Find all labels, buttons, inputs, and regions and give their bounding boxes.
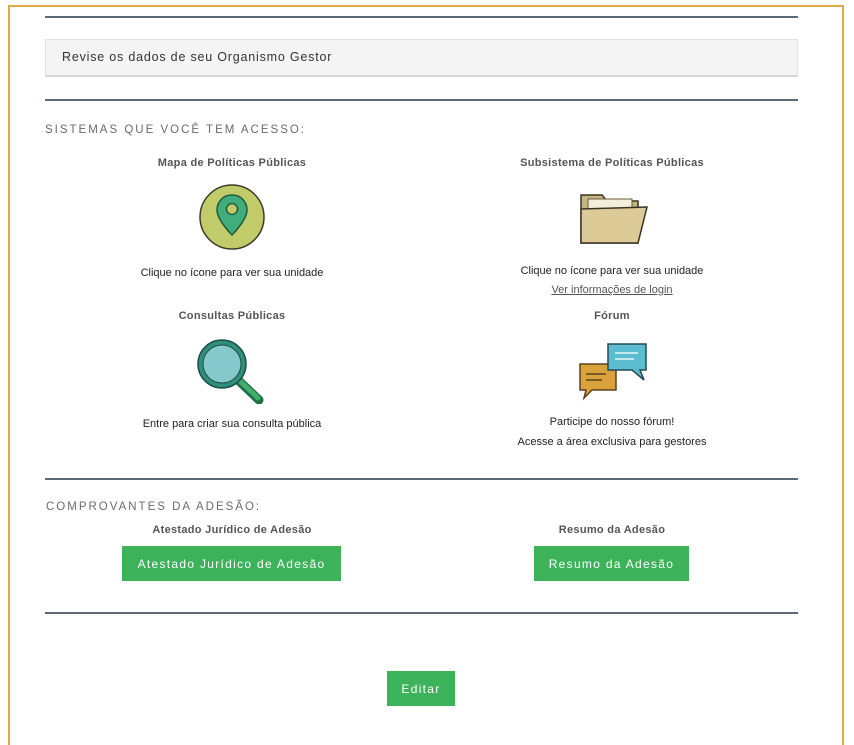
notice-text: Revise os dados de seu Organismo Gestor — [62, 50, 333, 64]
subsystem-text: Clique no ícone para ver sua unidade — [520, 265, 704, 277]
folder-icon[interactable] — [572, 183, 652, 251]
divider — [45, 478, 798, 480]
forum-title: Fórum — [594, 310, 630, 322]
map-title: Mapa de Políticas Públicas — [157, 157, 307, 169]
legal-receipt-button[interactable]: Atestado Jurídico de Adesão — [122, 546, 341, 581]
summary-receipt-button[interactable]: Resumo da Adesão — [534, 546, 689, 581]
divider — [45, 99, 798, 101]
legal-receipt-title: Atestado Jurídico de Adesão — [152, 524, 312, 536]
forum-text-1: Participe do nosso fórum! — [549, 416, 675, 428]
consultations-card: Consultas Públicas Entre para criar sua … — [102, 310, 362, 434]
magnifier-icon[interactable] — [192, 336, 272, 405]
chat-bubbles-icon[interactable] — [572, 336, 652, 404]
top-divider — [45, 16, 798, 18]
map-card: Mapa de Políticas Públicas Clique no íco… — [102, 157, 362, 283]
edit-button[interactable]: Editar — [387, 671, 455, 706]
summary-receipt-card: Resumo da Adesão — [482, 524, 742, 536]
forum-card: Fórum Participe do nosso fórum! Acesse a… — [482, 310, 742, 452]
legal-receipt-card: Atestado Jurídico de Adesão — [102, 524, 362, 536]
subsystem-title: Subsistema de Políticas Públicas — [520, 157, 704, 169]
consultations-text: Entre para criar sua consulta pública — [142, 418, 322, 430]
map-pin-icon[interactable] — [192, 183, 272, 251]
forum-text-2: Acesse a área exclusiva para gestores — [517, 436, 707, 448]
consultations-title: Consultas Públicas — [178, 310, 286, 322]
map-text: Clique no ícone para ver sua unidade — [140, 267, 324, 279]
login-info-link[interactable]: Ver informações de login — [482, 281, 742, 299]
receipts-heading: COMPROVANTES DA ADESÃO: — [46, 501, 262, 513]
summary-receipt-title: Resumo da Adesão — [558, 524, 666, 536]
divider — [45, 612, 798, 614]
systems-heading: SISTEMAS QUE VOCÊ TEM ACESSO: — [45, 124, 307, 136]
subsystem-card: Subsistema de Políticas Públicas Clique … — [482, 157, 742, 299]
notice-box: Revise os dados de seu Organismo Gestor — [45, 39, 798, 77]
